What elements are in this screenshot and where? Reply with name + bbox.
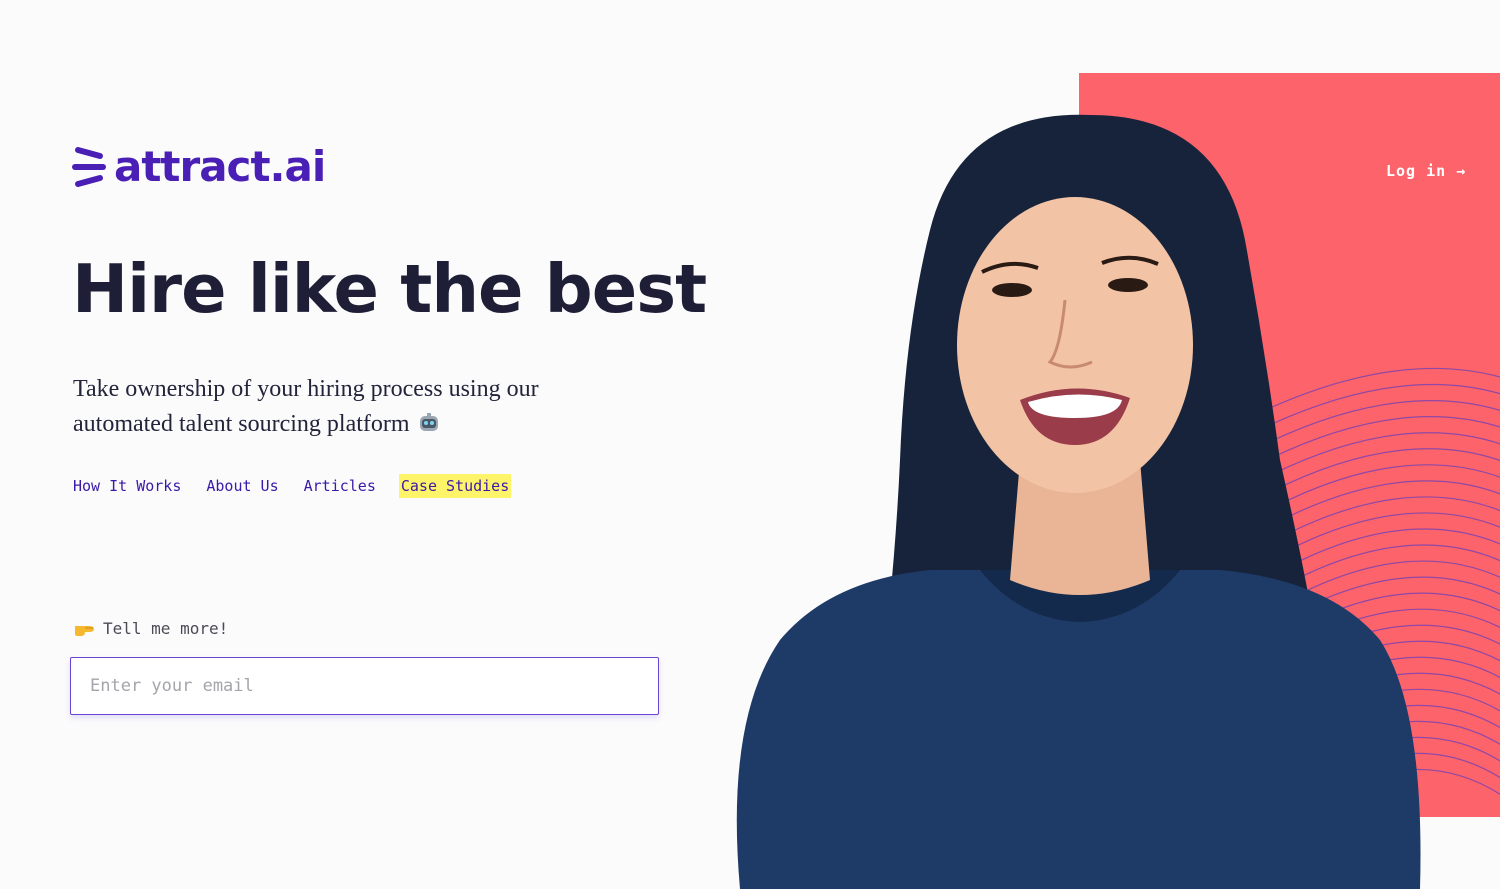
nav-case-studies[interactable]: Case Studies — [398, 474, 512, 498]
signup-prompt: Tell me more! — [73, 619, 228, 638]
signup-prompt-text: Tell me more! — [103, 619, 229, 638]
main-nav: How It Works About Us Articles Case Stud… — [73, 474, 536, 498]
nav-about-us[interactable]: About Us — [206, 474, 278, 498]
hero-subheadline: Take ownership of your hiring process us… — [73, 372, 633, 442]
hero-subheadline-text: Take ownership of your hiring process us… — [73, 376, 539, 437]
logo-text: attract.ai — [114, 142, 326, 191]
pointing-hand-icon — [75, 625, 94, 636]
logo[interactable]: attract.ai — [72, 142, 326, 191]
nav-how-it-works[interactable]: How It Works — [73, 474, 181, 498]
page-title: Hire like the best — [72, 250, 707, 328]
email-field[interactable] — [70, 657, 659, 715]
nav-articles[interactable]: Articles — [304, 474, 376, 498]
hero-person-image — [736, 114, 1421, 889]
robot-icon — [419, 413, 438, 431]
logo-mark-icon — [72, 146, 106, 187]
